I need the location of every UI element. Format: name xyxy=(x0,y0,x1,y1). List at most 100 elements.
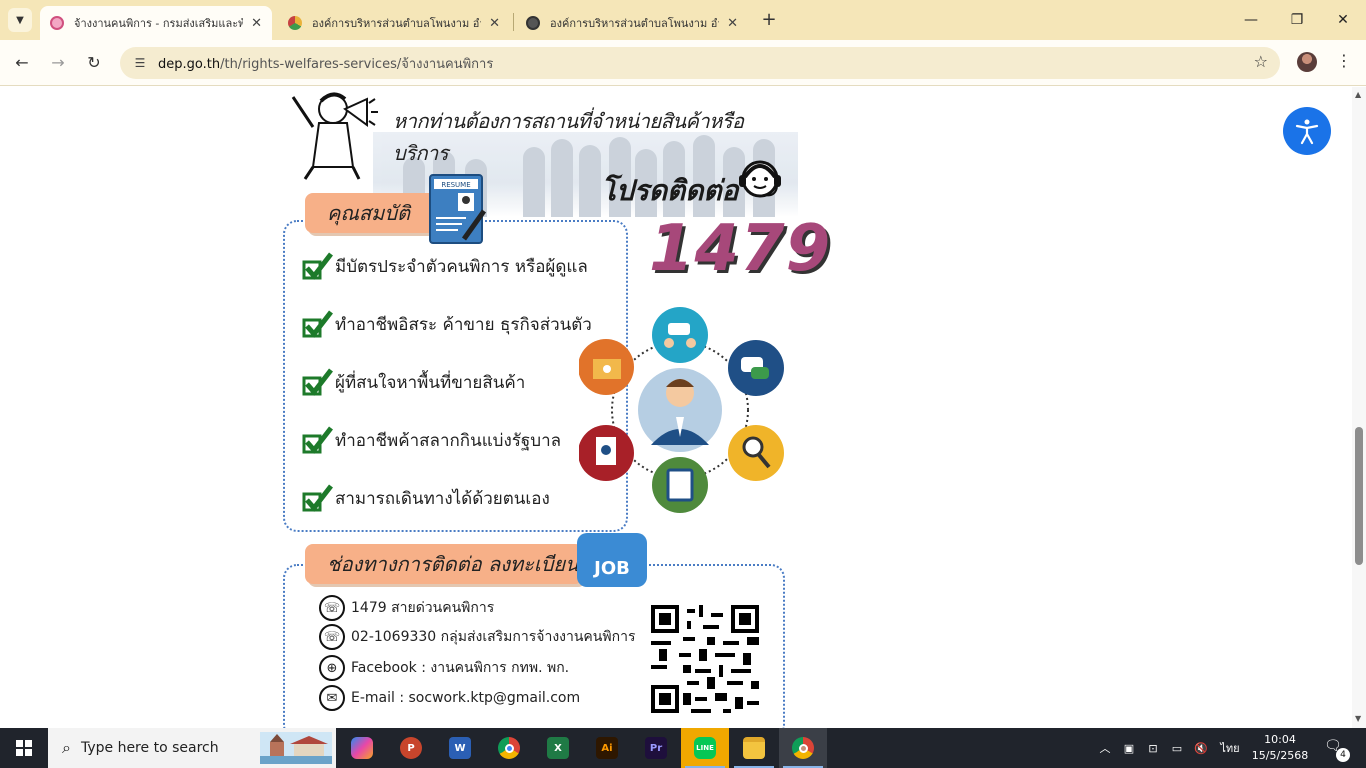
network-illustration xyxy=(579,307,784,513)
tray-chevron-up-icon[interactable]: ︿ xyxy=(1096,728,1114,768)
taskbar-illustrator[interactable]: Ai xyxy=(583,728,631,768)
checkmark-icon xyxy=(302,310,333,338)
sao-favicon-icon xyxy=(288,16,302,30)
qualification-text: สามารถเดินทางได้ด้วยตนเอง xyxy=(335,488,550,509)
chrome-icon xyxy=(498,737,520,759)
tab-title: จ้างงานคนพิการ - กรมส่งเสริมและพัฒ xyxy=(74,17,244,30)
taskbar-word[interactable]: W xyxy=(436,728,484,768)
close-window-button[interactable]: ✕ xyxy=(1328,8,1358,32)
taskbar-premiere[interactable]: Pr xyxy=(632,728,680,768)
poster-image: หากท่านต้องการสถานที่จำหน่ายสินค้าหรือบร… xyxy=(283,87,830,728)
tab-title: องค์การบริหารส่วนตำบลโพนงาม อำเภ xyxy=(550,17,720,30)
envelope-icon: ✉ xyxy=(319,685,345,711)
plus-icon: + xyxy=(761,9,777,30)
close-icon[interactable]: ✕ xyxy=(727,16,738,31)
taskbar-file-explorer[interactable] xyxy=(730,728,778,768)
qualification-item: มีบัตรประจำตัวคนพิการ หรือผู้ดูแล xyxy=(301,250,588,282)
close-icon[interactable]: ✕ xyxy=(489,16,500,31)
contact-facebook: ⊕ Facebook : งานคนพิการ กทพ. พก. xyxy=(319,655,569,681)
volume-muted-icon[interactable]: 🔇 xyxy=(1192,728,1210,768)
search-highlight-art xyxy=(260,732,332,764)
accessibility-button[interactable] xyxy=(1283,107,1331,155)
phone-icon: ☏ xyxy=(319,624,345,650)
qualification-text: มีบัตรประจำตัวคนพิการ หรือผู้ดูแล xyxy=(335,256,588,277)
phone-icon: ☏ xyxy=(319,595,345,621)
input-language[interactable]: ไทย xyxy=(1216,728,1244,768)
site-info-icon[interactable]: ☰ xyxy=(130,56,150,70)
globe-icon: ⊕ xyxy=(319,655,345,681)
tab-search-button[interactable]: ▼ xyxy=(8,8,32,32)
checkmark-icon xyxy=(302,368,333,396)
dep-favicon-icon xyxy=(50,16,64,30)
qualification-item: สามารถเดินทางได้ด้วยตนเอง xyxy=(301,482,550,514)
minimize-icon: — xyxy=(1244,12,1258,28)
close-icon: ✕ xyxy=(1337,12,1349,28)
megaphone-man-icon xyxy=(291,92,378,180)
minimize-button[interactable]: — xyxy=(1236,8,1266,32)
checkmark-icon xyxy=(302,252,333,280)
taskbar-powerpoint[interactable]: P xyxy=(387,728,435,768)
contact-text: E-mail : socwork.ktp@gmail.com xyxy=(351,690,581,706)
page-scrollbar[interactable]: ▲ ▼ xyxy=(1352,87,1366,728)
contact-text: 02-1069330 กลุ่มส่งเสริมการจ้างงานคนพิกา… xyxy=(351,629,636,645)
close-icon[interactable]: ✕ xyxy=(251,16,262,31)
tab-3[interactable]: องค์การบริหารส่วนตำบลโพนงาม อำเภ ✕ xyxy=(516,6,748,40)
qualification-text: ทำอาชีพอิสระ ค้าขาย ธุรกิจส่วนตัว xyxy=(335,314,592,335)
taskbar-chrome[interactable] xyxy=(485,728,533,768)
clock-date: 15/5/2568 xyxy=(1251,749,1309,762)
profile-avatar[interactable] xyxy=(1297,52,1317,72)
notification-count: 4 xyxy=(1336,748,1350,762)
tab-2[interactable]: องค์การบริหารส่วนตำบลโพนงาม อำเภ ✕ xyxy=(278,6,510,40)
qualification-item: ผู้ที่สนใจหาพื้นที่ขายสินค้า xyxy=(301,366,525,398)
menu-kebab-icon[interactable]: ⋮ xyxy=(1336,51,1352,70)
windows-logo-icon xyxy=(16,740,32,756)
start-button[interactable] xyxy=(0,728,48,768)
powerpoint-icon: P xyxy=(400,737,422,759)
taskbar-excel[interactable]: X xyxy=(534,728,582,768)
tab-separator xyxy=(513,13,514,31)
network-icon[interactable]: ⊡ xyxy=(1144,728,1162,768)
page-viewport: หากท่านต้องการสถานที่จำหน่ายสินค้าหรือบร… xyxy=(0,87,1352,728)
clock-time: 10:04 xyxy=(1264,733,1296,746)
reload-icon: ↻ xyxy=(87,53,101,72)
chevron-down-icon: ▼ xyxy=(16,14,24,26)
taskbar-clock[interactable]: 10:04 15/5/2568 xyxy=(1250,732,1310,764)
tab-title: องค์การบริหารส่วนตำบลโพนงาม อำเภ xyxy=(312,17,482,30)
arrow-left-icon: ← xyxy=(15,53,29,72)
url-path: /th/rights-welfares-services/จ้างงานคนพิ… xyxy=(220,56,494,72)
contact-title: ช่องทางการติดต่อ ลงทะเบียน xyxy=(305,544,583,584)
restore-icon: ❐ xyxy=(1290,12,1304,28)
battery-icon[interactable]: ▭ xyxy=(1168,728,1186,768)
resume-document-icon: RESUME xyxy=(429,174,486,244)
new-tab-button[interactable]: + xyxy=(758,9,780,31)
resume-label: RESUME xyxy=(441,181,470,189)
reload-button[interactable]: ↻ xyxy=(82,51,106,75)
meet-camera-icon[interactable]: ▣ xyxy=(1120,728,1138,768)
taskbar-line[interactable]: LINE xyxy=(681,728,729,768)
hotline-number: 1479 xyxy=(649,212,832,286)
premiere-icon: Pr xyxy=(645,737,667,759)
browser-toolbar: ← → ↻ ☰ dep.go.th/th/rights-welfares-ser… xyxy=(0,40,1366,86)
taskbar-chrome-profile[interactable] xyxy=(779,728,827,768)
illustrator-icon: Ai xyxy=(596,737,618,759)
folder-icon xyxy=(743,737,765,759)
restore-button[interactable]: ❐ xyxy=(1282,8,1312,32)
forward-button[interactable]: → xyxy=(46,51,70,75)
scroll-down-icon[interactable]: ▼ xyxy=(1355,714,1361,723)
taskbar-search[interactable]: ⌕ Type here to search xyxy=(48,728,336,768)
back-button[interactable]: ← xyxy=(10,51,34,75)
address-bar[interactable]: ☰ dep.go.th/th/rights-welfares-services/… xyxy=(120,47,1280,79)
bookmark-star-icon[interactable]: ☆ xyxy=(1254,52,1268,71)
scroll-up-icon[interactable]: ▲ xyxy=(1355,90,1361,99)
taskbar-copilot[interactable] xyxy=(338,728,386,768)
scrollbar-thumb[interactable] xyxy=(1355,427,1363,565)
line-icon: LINE xyxy=(694,737,716,759)
notification-center-button[interactable]: 🗨 4 xyxy=(1324,738,1350,762)
tab-active[interactable]: จ้างงานคนพิการ - กรมส่งเสริมและพัฒ ✕ xyxy=(40,6,272,40)
word-icon: W xyxy=(449,737,471,759)
copilot-icon xyxy=(351,737,373,759)
url-text[interactable]: dep.go.th/th/rights-welfares-services/จ้… xyxy=(158,53,493,74)
please-contact-text: โปรดติดต่อ xyxy=(601,174,739,207)
checkmark-icon xyxy=(302,484,333,512)
headset-agent-icon xyxy=(739,160,781,198)
